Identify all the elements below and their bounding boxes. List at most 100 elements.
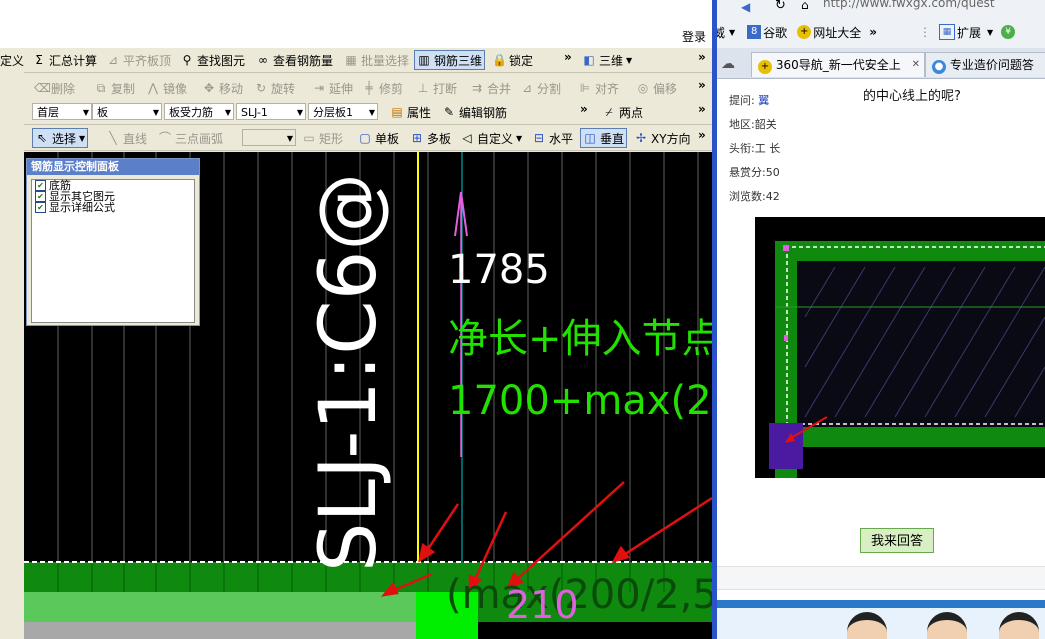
red-arrow-head (418, 542, 436, 563)
toolbar-row3-more-2[interactable]: » (698, 102, 706, 116)
yen-icon[interactable]: ¥ (1001, 25, 1016, 39)
toolbar-row3-more[interactable]: » (580, 102, 588, 116)
custom-button[interactable]: ◁ 自定义 ▼ (460, 130, 522, 146)
mirror-icon: ⋀ (148, 81, 158, 95)
element-select[interactable]: SLJ-1 ▼ (236, 103, 306, 120)
info-asker: 提问: 翼 (729, 92, 769, 108)
back-icon[interactable]: ◀ (741, 0, 759, 14)
delete-button[interactable]: ⌫ 删除 (34, 80, 75, 96)
category-value: 板 (97, 106, 108, 119)
gray-band (24, 622, 416, 639)
horizontal-button[interactable]: ⊟ 水平 (532, 130, 573, 146)
info-value: 工 长 (754, 142, 781, 155)
two-points-label: 两点 (619, 105, 644, 120)
asker-link[interactable]: 翼 (758, 94, 769, 107)
trim-button[interactable]: ╪ 修剪 (362, 80, 403, 96)
custom-icon: ◁ (462, 131, 472, 145)
chevron-down-icon: ▼ (224, 108, 231, 117)
tab-360-navigation[interactable]: + 360导航_新一代安全上 ✕ (751, 52, 925, 77)
address-bar[interactable]: http://www.fwxgx.com/quest (823, 0, 1045, 10)
align-top-button[interactable]: ⊿ 平齐板顶 (106, 52, 171, 68)
offset-button[interactable]: ◎ 偏移 (636, 80, 677, 96)
lock-button[interactable]: 🔒 锁定 (492, 52, 533, 68)
summary-calc-label: 汇总计算 (49, 53, 98, 68)
home-icon[interactable]: ⌂ (801, 0, 809, 12)
question-text: 的中心线上的呢? (863, 89, 961, 104)
binoculars-icon: ⚲ (182, 53, 192, 67)
break-icon: ⊥ (417, 81, 429, 95)
mirror-button[interactable]: ⋀ 镜像 (146, 80, 187, 96)
info-value: 韶关 (754, 118, 777, 131)
multi-slab-button[interactable]: ⊞ 多板 (410, 130, 451, 146)
chevron-down-icon[interactable]: ▼ (987, 28, 993, 37)
summary-calc-button[interactable]: Σ 汇总计算 (32, 52, 97, 68)
chevron-down-icon[interactable]: ▼ (729, 28, 735, 37)
chevron-down-icon: ▼ (296, 108, 303, 117)
extend-button[interactable]: ⇥ 延伸 (312, 80, 353, 96)
banner-footer (717, 600, 1045, 639)
browser-window: ◀ ↻ ⌂ http://www.fwxgx.com/quest 威 ▼ 8 谷… (717, 0, 1045, 639)
bookmark-google[interactable]: 谷歌 (763, 24, 787, 41)
arc-button[interactable]: ⌒ 三点画弧 (158, 130, 223, 146)
bookmarks-more[interactable]: » (869, 25, 877, 39)
info-reward: 悬赏分:50 (729, 164, 780, 180)
bookmark-site-directory[interactable]: 网址大全 (813, 24, 861, 41)
merge-button[interactable]: ⇉ 合并 (470, 80, 511, 96)
toolbar-row1-more[interactable]: » (564, 50, 572, 64)
chevron-down-icon: ▼ (152, 108, 159, 117)
vertical-button[interactable]: ◫ 垂直 (580, 128, 628, 148)
title-bar: 登录 (0, 0, 712, 48)
edit-rebar-button[interactable]: ✎ 编辑钢筋 (442, 104, 507, 120)
toolbar-row4-more[interactable]: » (698, 128, 706, 142)
answer-button[interactable]: 我来回答 (860, 528, 934, 553)
toolbar-row-3: 首层 ▼ 板 ▼ 板受力筋 ▼ SLJ-1 ▼ 分层板1 ▼ ▤ 属性 ✎ 编辑钢筋 » ⌿ 两… (0, 100, 712, 125)
extensions-button[interactable]: 扩展 (957, 24, 981, 41)
split-button[interactable]: ⊿ 分割 (520, 80, 561, 96)
eraser-icon: ⌫ (34, 81, 51, 95)
option-show-detailed-formula[interactable]: ✔ 显示详细公式 (32, 202, 194, 213)
copy-button[interactable]: ⧉ 复制 (94, 80, 135, 96)
plus-circle-icon: + (758, 60, 772, 74)
browser-toolbar: ◀ ↻ ⌂ http://www.fwxgx.com/quest 威 ▼ 8 谷… (717, 0, 1045, 48)
define-button[interactable]: 定义 (0, 52, 24, 68)
rotate-button[interactable]: ↻ 旋转 (254, 80, 295, 96)
info-label: 悬赏分: (729, 166, 766, 179)
align-icon: ⊫ (579, 81, 591, 95)
move-button[interactable]: ✥ 移动 (202, 80, 243, 96)
cube-icon: ◧ (583, 53, 595, 67)
two-points-button[interactable]: ⌿ 两点 (602, 104, 643, 120)
select-button[interactable]: ⇖ 选择 ▼ (32, 128, 89, 148)
close-icon[interactable]: ✕ (912, 53, 920, 77)
property-icon: ▤ (391, 105, 403, 119)
property-button[interactable]: ▤ 属性 (390, 104, 431, 120)
layer-select[interactable]: 分层板1 ▼ (308, 103, 378, 120)
view-rebar-qty-button[interactable]: ∞ 查看钢筋量 (256, 52, 333, 68)
checkbox-checked-icon[interactable]: ✔ (35, 202, 46, 213)
checkbox-checked-icon[interactable]: ✔ (35, 191, 46, 202)
shape-select[interactable]: ▼ (242, 129, 296, 146)
question-attachment-image[interactable] (755, 217, 1045, 478)
single-slab-button[interactable]: ▢ 单板 (358, 130, 399, 146)
info-label: 浏览数: (729, 190, 766, 203)
tab-cost-qa[interactable]: ● 专业造价问题答 (925, 52, 1045, 77)
find-element-button[interactable]: ⚲ 查找图元 (180, 52, 245, 68)
bookmark-cut[interactable]: 威 (717, 24, 725, 41)
checkbox-checked-icon[interactable]: ✔ (35, 180, 46, 191)
login-link[interactable]: 登录 (682, 28, 706, 45)
batch-select-button[interactable]: ▦ 批量选择 (344, 52, 409, 68)
toolbar-row2-more[interactable]: » (698, 78, 706, 92)
bar-type-select[interactable]: 板受力筋 ▼ (164, 103, 234, 120)
cloud-icon[interactable]: ☁ (721, 56, 735, 72)
xy-direction-button[interactable]: ✢ XY方向 (634, 130, 691, 146)
align-button[interactable]: ⊫ 对齐 (578, 80, 619, 96)
break-button[interactable]: ⊥ 打断 (416, 80, 457, 96)
toolbar-row1-more-2[interactable]: » (698, 50, 706, 64)
line-button[interactable]: ╲ 直线 (106, 130, 147, 146)
rebar-3d-button[interactable]: ▥ 钢筋三维 (414, 50, 486, 70)
category-select[interactable]: 板 ▼ (92, 103, 162, 120)
multi-slab-label: 多板 (427, 131, 452, 146)
floor-select[interactable]: 首层 ▼ (32, 103, 92, 120)
3d-view-button[interactable]: ◧ 三维 ▼ (582, 52, 632, 68)
rect-button[interactable]: ▭ 矩形 (302, 130, 343, 146)
refresh-icon[interactable]: ↻ (775, 0, 786, 13)
